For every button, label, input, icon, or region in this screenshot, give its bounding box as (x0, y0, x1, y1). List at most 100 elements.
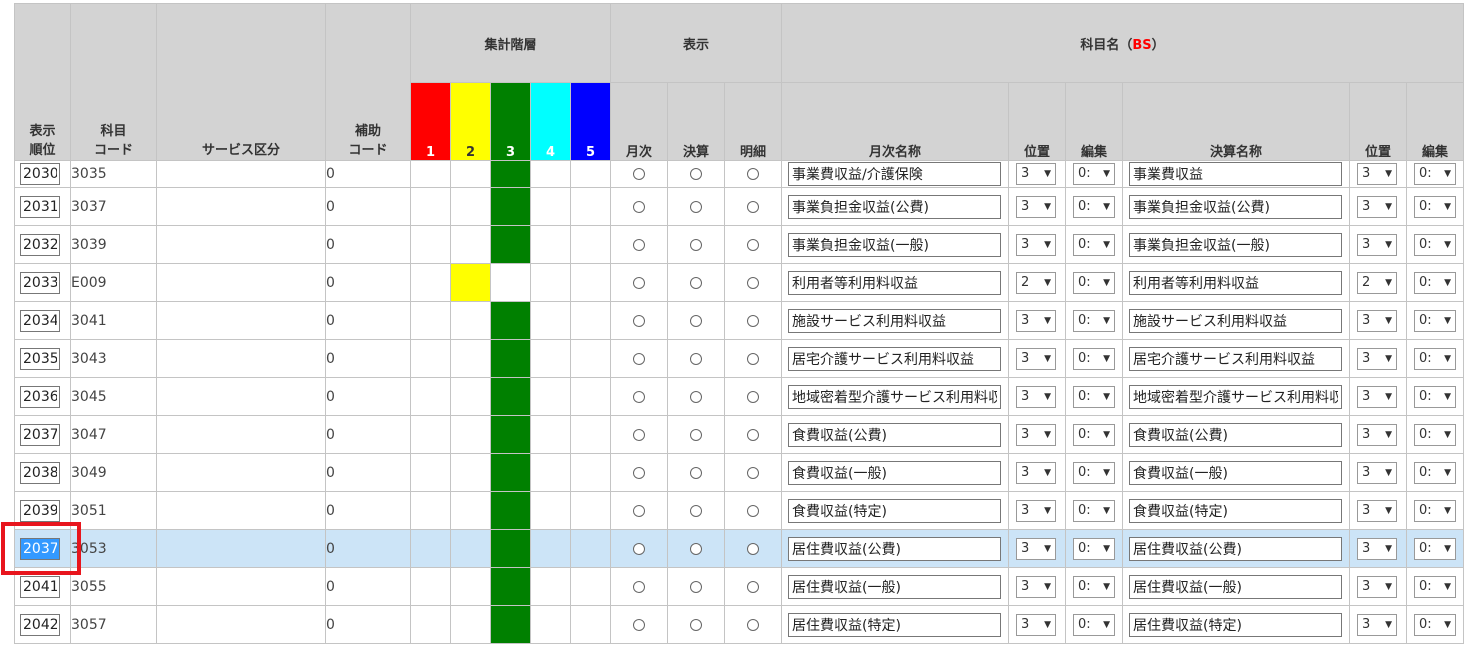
order-input[interactable] (20, 309, 60, 332)
closing-radio[interactable] (690, 580, 702, 593)
detail-radio[interactable] (747, 428, 759, 441)
position-select[interactable]: 3 ▼ (1016, 385, 1056, 408)
monthly-radio[interactable] (633, 466, 645, 479)
order-input[interactable] (20, 163, 60, 185)
order-input[interactable] (20, 575, 60, 598)
table-row[interactable]: 304503▼0:▼3▼0:▼ (14, 377, 1464, 416)
order-input[interactable] (20, 613, 60, 636)
table-row[interactable]: 303703▼0:▼3▼0:▼ (14, 187, 1464, 226)
edit2-select[interactable]: 0: ▼ (1414, 537, 1456, 560)
position2-select[interactable]: 2 ▼ (1357, 271, 1397, 294)
position-select[interactable]: 3 ▼ (1016, 163, 1056, 185)
closing-name-input[interactable] (1129, 346, 1342, 371)
monthly-name-input[interactable] (788, 460, 1001, 485)
header-order[interactable]: 表示 順位 (14, 3, 71, 161)
position2-select[interactable]: 3 ▼ (1357, 499, 1397, 522)
closing-radio[interactable] (690, 542, 702, 555)
closing-name-input[interactable] (1129, 574, 1342, 599)
monthly-name-input[interactable] (788, 612, 1001, 637)
position2-select[interactable]: 3 ▼ (1357, 423, 1397, 446)
position2-select[interactable]: 3 ▼ (1357, 537, 1397, 560)
position2-select[interactable]: 3 ▼ (1357, 163, 1397, 185)
edit-select[interactable]: 0: ▼ (1073, 271, 1115, 294)
edit2-select[interactable]: 0: ▼ (1414, 309, 1456, 332)
table-row[interactable]: 304103▼0:▼3▼0:▼ (14, 301, 1464, 340)
edit2-select[interactable]: 0: ▼ (1414, 385, 1456, 408)
detail-radio[interactable] (747, 466, 759, 479)
monthly-name-input[interactable] (788, 536, 1001, 561)
position-select[interactable]: 2 ▼ (1016, 271, 1056, 294)
order-input[interactable] (20, 195, 60, 218)
closing-name-input[interactable] (1129, 270, 1342, 295)
order-input[interactable] (20, 423, 60, 446)
monthly-radio[interactable] (633, 580, 645, 593)
monthly-radio[interactable] (633, 428, 645, 441)
closing-radio[interactable] (690, 466, 702, 479)
detail-radio[interactable] (747, 542, 759, 555)
order-input[interactable] (20, 499, 60, 522)
closing-radio[interactable] (690, 352, 702, 365)
order-input[interactable] (20, 537, 60, 560)
detail-radio[interactable] (747, 314, 759, 327)
closing-radio[interactable] (690, 618, 702, 631)
closing-name-input[interactable] (1129, 308, 1342, 333)
edit-select[interactable]: 0: ▼ (1073, 309, 1115, 332)
edit-select[interactable]: 0: ▼ (1073, 499, 1115, 522)
closing-radio[interactable] (690, 504, 702, 517)
monthly-radio[interactable] (633, 618, 645, 631)
closing-radio[interactable] (690, 276, 702, 289)
order-input[interactable] (20, 461, 60, 484)
monthly-radio[interactable] (633, 238, 645, 251)
closing-name-input[interactable] (1129, 422, 1342, 447)
position-select[interactable]: 3 ▼ (1016, 309, 1056, 332)
position2-select[interactable]: 3 ▼ (1357, 233, 1397, 256)
monthly-radio[interactable] (633, 200, 645, 213)
edit2-select[interactable]: 0: ▼ (1414, 461, 1456, 484)
edit-select[interactable]: 0: ▼ (1073, 575, 1115, 598)
edit2-select[interactable]: 0: ▼ (1414, 163, 1456, 185)
position-select[interactable]: 3 ▼ (1016, 461, 1056, 484)
position2-select[interactable]: 3 ▼ (1357, 309, 1397, 332)
closing-name-input[interactable] (1129, 612, 1342, 637)
monthly-name-input[interactable] (788, 346, 1001, 371)
order-input[interactable] (20, 385, 60, 408)
closing-name-input[interactable] (1129, 498, 1342, 523)
table-row[interactable]: 304303▼0:▼3▼0:▼ (14, 339, 1464, 378)
position2-select[interactable]: 3 ▼ (1357, 195, 1397, 218)
table-row[interactable]: 305503▼0:▼3▼0:▼ (14, 567, 1464, 606)
detail-radio[interactable] (747, 390, 759, 403)
monthly-radio[interactable] (633, 542, 645, 555)
closing-radio[interactable] (690, 314, 702, 327)
monthly-radio[interactable] (633, 314, 645, 327)
monthly-name-input[interactable] (788, 384, 1001, 409)
position-select[interactable]: 3 ▼ (1016, 613, 1056, 636)
header-code[interactable]: 科目 コード (70, 3, 157, 161)
monthly-name-input[interactable] (788, 162, 1001, 186)
closing-name-input[interactable] (1129, 232, 1342, 257)
closing-name-input[interactable] (1129, 194, 1342, 219)
order-input[interactable] (20, 233, 60, 256)
detail-radio[interactable] (747, 276, 759, 289)
position-select[interactable]: 3 ▼ (1016, 499, 1056, 522)
table-row[interactable]: 305103▼0:▼3▼0:▼ (14, 491, 1464, 530)
edit-select[interactable]: 0: ▼ (1073, 537, 1115, 560)
monthly-radio[interactable] (633, 504, 645, 517)
closing-radio[interactable] (690, 200, 702, 213)
edit2-select[interactable]: 0: ▼ (1414, 613, 1456, 636)
closing-radio[interactable] (690, 390, 702, 403)
monthly-radio[interactable] (633, 168, 645, 180)
closing-name-input[interactable] (1129, 162, 1342, 186)
monthly-radio[interactable] (633, 276, 645, 289)
edit-select[interactable]: 0: ▼ (1073, 423, 1115, 446)
edit2-select[interactable]: 0: ▼ (1414, 499, 1456, 522)
detail-radio[interactable] (747, 504, 759, 517)
detail-radio[interactable] (747, 168, 759, 180)
monthly-name-input[interactable] (788, 422, 1001, 447)
table-row[interactable]: 305303▼0:▼3▼0:▼ (14, 529, 1464, 568)
monthly-name-input[interactable] (788, 232, 1001, 257)
detail-radio[interactable] (747, 580, 759, 593)
detail-radio[interactable] (747, 238, 759, 251)
edit2-select[interactable]: 0: ▼ (1414, 271, 1456, 294)
monthly-radio[interactable] (633, 352, 645, 365)
detail-radio[interactable] (747, 352, 759, 365)
